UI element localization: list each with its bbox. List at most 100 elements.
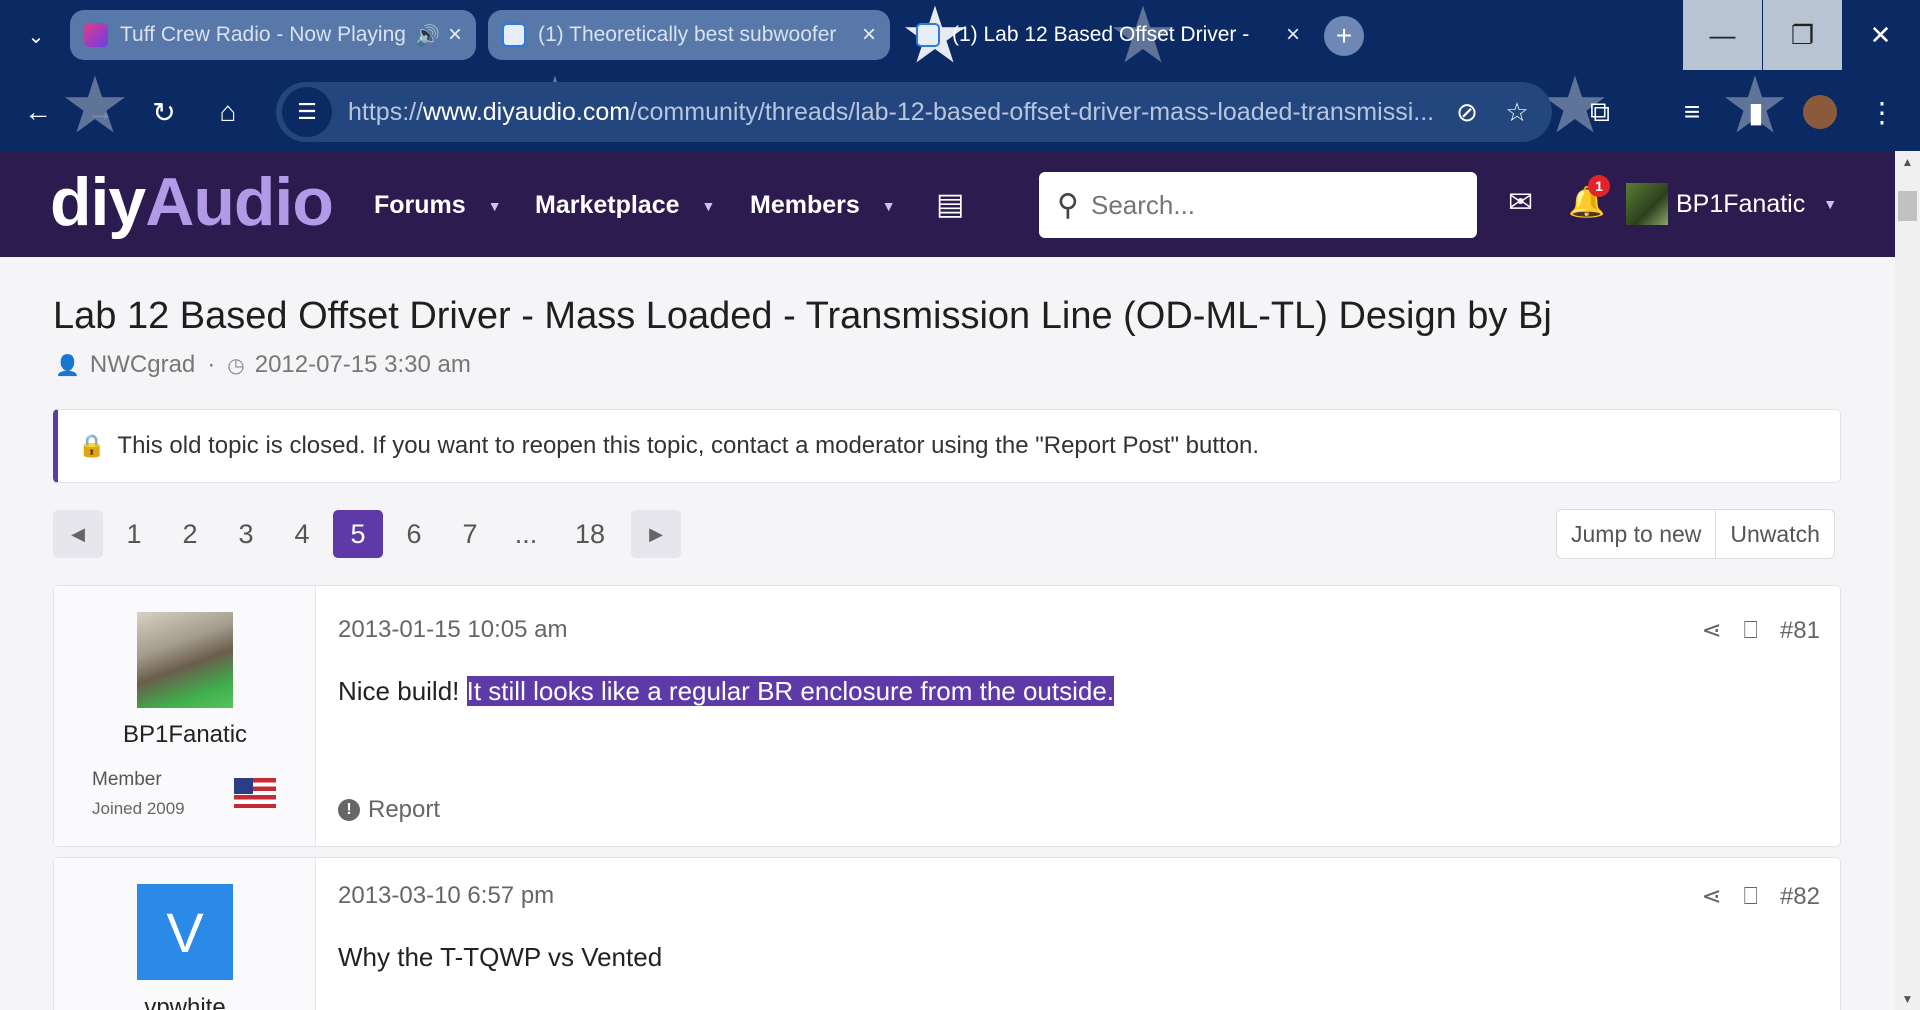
browser-menu-icon[interactable]: ⋮ — [1860, 90, 1904, 134]
diyaudio-favicon-icon — [502, 23, 526, 47]
reload-icon[interactable]: ↻ — [142, 90, 186, 134]
tab-radio[interactable]: Tuff Crew Radio - Now Playing 🔊 × — [70, 10, 476, 60]
bookmark-icon[interactable]: ⎕ — [1744, 617, 1758, 645]
nav-forums[interactable]: Forums ▼ — [374, 191, 502, 220]
minimize-button[interactable]: — — [1683, 0, 1762, 70]
separator-dot: · — [207, 351, 216, 378]
bookmark-star-icon[interactable]: ☆ — [1492, 97, 1542, 128]
scroll-up-arrow-icon[interactable]: ▲ — [1895, 155, 1920, 169]
thread-actions: Jump to new Unwatch — [1556, 509, 1835, 559]
tab-title: Tuff Crew Radio - Now Playing — [120, 23, 406, 46]
post-82: V vpwhite 2013-03-10 6:57 pm ⋖ ⎕ #82 Why… — [53, 857, 1841, 1010]
share-icon[interactable]: ⋖ — [1701, 616, 1721, 645]
tab-subwoofer[interactable]: (1) Theoretically best subwoofer × — [488, 10, 890, 60]
post-date[interactable]: 2013-01-15 10:05 am — [338, 616, 568, 644]
post-body: Why the T-TQWP vs Vented — [338, 942, 663, 972]
caret-down-icon[interactable]: ▼ — [702, 198, 716, 214]
clock-icon: ◷ — [227, 354, 245, 377]
thread-author[interactable]: NWCgrad — [90, 351, 195, 379]
post-body: Nice build! It still looks like a regula… — [338, 676, 1115, 707]
page-link[interactable]: 7 — [445, 510, 495, 558]
jump-to-new-button[interactable]: Jump to new — [1557, 510, 1715, 558]
post-user-sidebar: V vpwhite — [54, 858, 316, 1010]
home-icon[interactable]: ⌂ — [206, 90, 250, 134]
account-menu[interactable]: BP1Fanatic ▼ — [1626, 183, 1837, 225]
unwatch-button[interactable]: Unwatch — [1715, 510, 1833, 558]
scroll-down-arrow-icon[interactable]: ▼ — [1895, 992, 1920, 1006]
user-role: Member — [92, 769, 162, 790]
page-link[interactable]: 2 — [165, 510, 215, 558]
next-page-arrow-icon[interactable]: ▶ — [631, 510, 681, 558]
new-tab-plus-icon[interactable]: + — [1324, 16, 1364, 56]
thread-date[interactable]: 2012-07-15 3:30 am — [255, 351, 471, 379]
media-queue-icon[interactable]: ≡ — [1670, 90, 1714, 134]
eye-slash-icon[interactable]: ⊘ — [1442, 97, 1492, 128]
page-link[interactable]: 6 — [389, 510, 439, 558]
restore-button[interactable]: ❐ — [1763, 0, 1842, 70]
avatar — [1626, 183, 1668, 225]
side-panel-icon[interactable]: ▮ — [1734, 90, 1778, 134]
caret-down-icon[interactable]: ▼ — [488, 198, 502, 214]
current-page[interactable]: 5 — [333, 510, 383, 558]
diyaudio-logo[interactable]: diyAudio — [50, 163, 334, 241]
nav-members[interactable]: Members ▼ — [750, 191, 896, 220]
closed-topic-notice: 🔒 This old topic is closed. If you want … — [53, 409, 1841, 483]
close-icon[interactable]: × — [1286, 21, 1300, 49]
post-text: Nice build! — [338, 676, 467, 706]
tab-lab12-active[interactable]: (1) Lab 12 Based Offset Driver - × — [902, 10, 1314, 60]
close-icon[interactable]: × — [862, 21, 876, 49]
page-link[interactable]: 1 — [109, 510, 159, 558]
nav-marketplace[interactable]: Marketplace ▼ — [535, 191, 715, 220]
avatar[interactable] — [137, 612, 233, 708]
browser-chrome: ★ ★ ★ ★ ★ ★ ⌄ Tuff Crew Radio - Now Play… — [0, 0, 1920, 151]
speaker-icon[interactable]: 🔊 — [415, 23, 440, 48]
url-scheme: https:// — [348, 97, 424, 126]
prev-page-arrow-icon[interactable]: ◀ — [53, 510, 103, 558]
address-bar[interactable]: ☰ https://www.diyaudio.com/community/thr… — [276, 82, 1552, 142]
post-81: BP1Fanatic Member Joined 2009 2013-01-15… — [53, 585, 1841, 847]
account-username: BP1Fanatic — [1676, 189, 1806, 218]
extensions-puzzle-icon[interactable]: ⧉ — [1578, 90, 1622, 134]
avatar[interactable]: V — [137, 884, 233, 980]
post-actions: ⋖ ⎕ #81 — [1679, 616, 1820, 645]
notification-badge: 1 — [1588, 175, 1610, 197]
back-arrow-icon[interactable]: ← — [16, 90, 60, 134]
post-username[interactable]: vpwhite — [54, 994, 316, 1010]
logo-text-diy: diy — [50, 164, 146, 240]
us-flag-icon — [234, 778, 276, 808]
pagination: ◀ 1 2 3 4 5 6 7 ... 18 ▶ — [53, 510, 687, 558]
nav-label: Marketplace — [535, 191, 680, 219]
user-icon: 👤 — [55, 354, 80, 377]
search-box[interactable]: ⚲ — [1039, 172, 1477, 238]
window-close-button[interactable]: ✕ — [1841, 0, 1920, 70]
report-label: Report — [368, 796, 441, 823]
post-number[interactable]: #81 — [1780, 617, 1820, 645]
post-username[interactable]: BP1Fanatic — [54, 721, 316, 749]
scrollbar-thumb[interactable] — [1898, 191, 1917, 221]
page-link[interactable]: 4 — [277, 510, 327, 558]
search-icon: ⚲ — [1057, 188, 1079, 222]
caret-down-icon[interactable]: ▼ — [882, 198, 896, 214]
url-text[interactable]: https://www.diyaudio.com/community/threa… — [348, 98, 1442, 127]
report-link[interactable]: ! Report — [338, 796, 440, 824]
page-ellipsis[interactable]: ... — [501, 510, 551, 558]
browser-toolbar: ← → ↻ ⌂ ☰ https://www.diyaudio.com/commu… — [0, 76, 1920, 146]
lock-icon: 🔒 — [78, 433, 106, 458]
search-input[interactable] — [1090, 189, 1451, 221]
caret-down-icon[interactable]: ▼ — [1823, 196, 1837, 212]
page-link[interactable]: 3 — [221, 510, 271, 558]
post-date[interactable]: 2013-03-10 6:57 pm — [338, 882, 554, 910]
page-scrollbar[interactable]: ▲ ▼ — [1895, 151, 1920, 1010]
site-info-icon[interactable]: ☰ — [282, 87, 332, 137]
whats-new-list-icon[interactable]: ▤ — [936, 187, 970, 221]
bookmark-icon[interactable]: ⎕ — [1744, 883, 1758, 911]
tab-search-chevron-icon[interactable]: ⌄ — [18, 18, 54, 54]
forward-arrow-icon[interactable]: → — [78, 90, 122, 134]
post-number[interactable]: #82 — [1780, 883, 1820, 911]
inbox-envelope-icon[interactable]: ✉ — [1508, 185, 1533, 220]
profile-avatar-icon[interactable] — [1798, 90, 1842, 134]
share-icon[interactable]: ⋖ — [1701, 882, 1721, 911]
site-header: diyAudio Forums ▼ Marketplace ▼ Members ▼ ▤… — [0, 151, 1895, 257]
close-icon[interactable]: × — [448, 21, 462, 49]
page-link[interactable]: 18 — [565, 510, 615, 558]
